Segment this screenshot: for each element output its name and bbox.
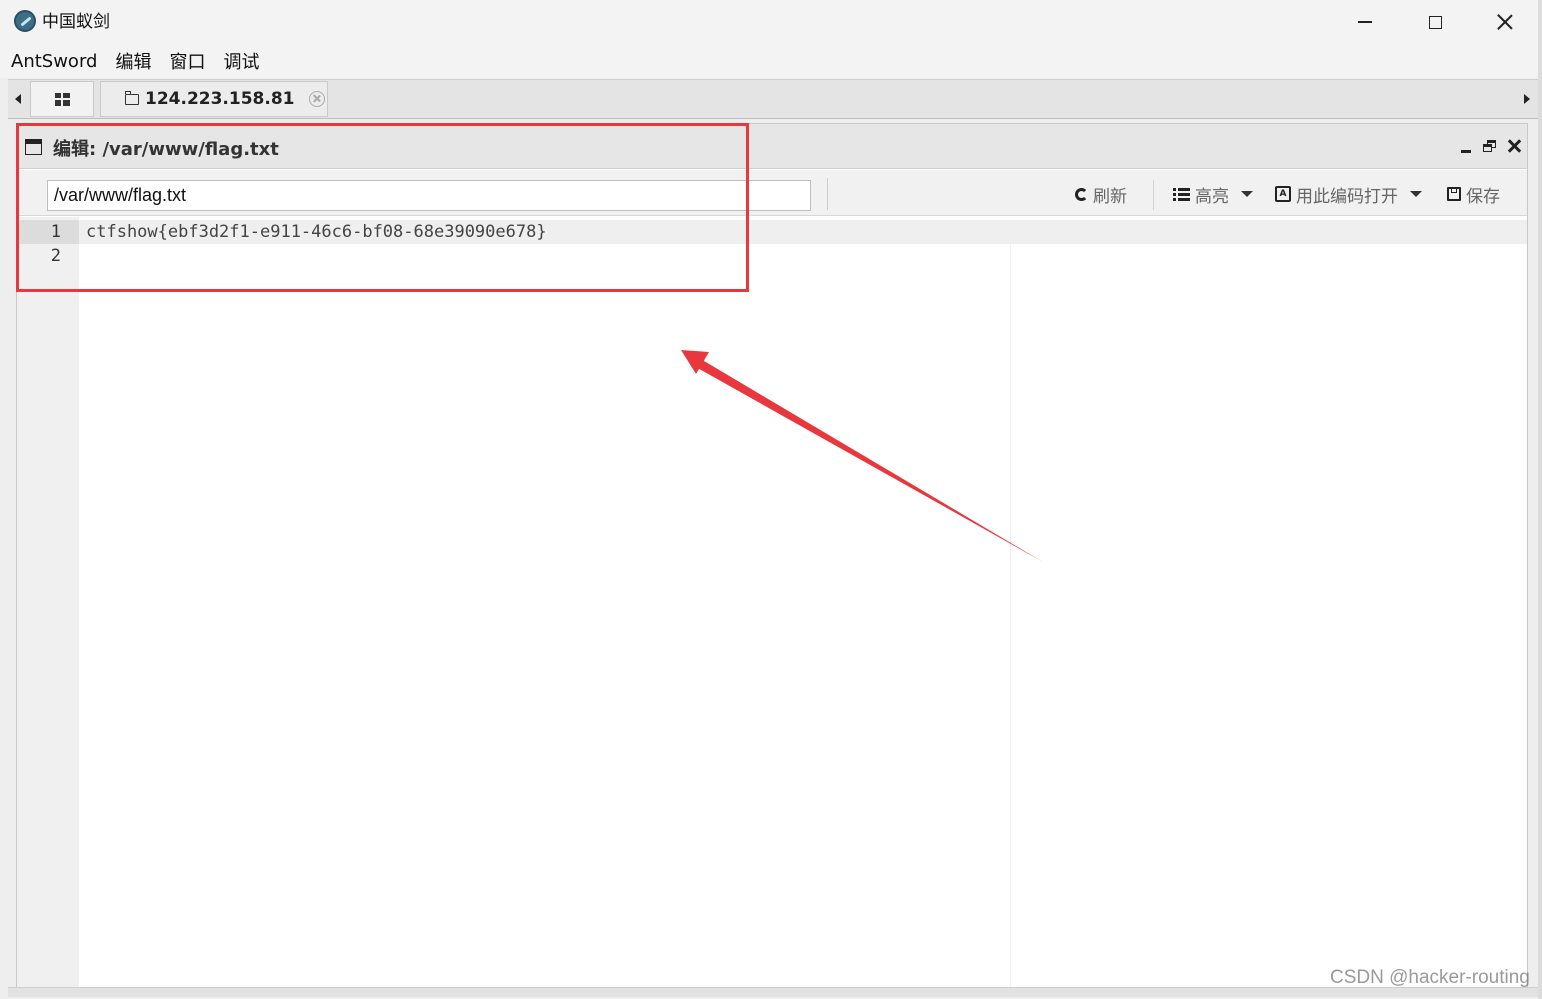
title-bar: 中国蚁剑 [0,0,1542,44]
window-minimize-button[interactable] [1330,0,1400,44]
editor-restore-icon[interactable] [1482,138,1498,154]
line-number: 2 [50,246,61,266]
tab-scroll-right-button[interactable] [1516,80,1538,118]
refresh-button[interactable]: 刷新 [1075,180,1127,208]
refresh-label: 刷新 [1093,186,1127,207]
minimize-icon [1358,21,1372,23]
menu-edit[interactable]: 编辑 [115,48,151,74]
tab-host[interactable]: 124.223.158.81 [100,81,328,117]
window-icon [25,139,42,155]
code-editor[interactable]: 1 2 ctfshow{ebf3d2f1-e911-46c6-bf08-68e3… [17,217,1527,987]
editor-toolbar: 刷新 高亮 A 用此编码打开 保存 [17,170,1527,216]
editor-close-icon[interactable] [1506,137,1522,155]
tab-scroll-left-button[interactable] [8,80,28,118]
print-margin [1010,244,1011,987]
save-label: 保存 [1466,186,1500,207]
editor-minimize-icon[interactable] [1459,138,1473,154]
save-button[interactable]: 保存 [1447,180,1500,208]
toolbar-divider [1153,180,1154,210]
tab-home[interactable] [30,81,94,117]
line-number-gutter [17,217,79,987]
editor-title: 编辑: /var/www/flag.txt [53,139,279,160]
tab-close-icon[interactable] [308,91,325,107]
caret-down-icon [1410,191,1422,197]
folder-icon [124,90,139,105]
window-close-button[interactable] [1470,0,1540,44]
maximize-icon [1428,15,1442,29]
menu-antsword[interactable]: AntSword [11,51,97,72]
menu-bar: AntSword 编辑 窗口 调试 [0,44,1542,78]
tab-bar: 124.223.158.81 [8,79,1538,119]
translate-icon: A [1275,186,1291,202]
tab-host-label: 124.223.158.81 [145,89,295,109]
highlight-label: 高亮 [1195,186,1229,207]
editor-header: 编辑: /var/www/flag.txt [17,124,1527,169]
editor-window: 编辑: /var/www/flag.txt 刷新 高亮 A 用此编码打开 保存 [16,123,1528,987]
grid-icon [54,92,70,106]
refresh-icon [1075,187,1088,201]
save-icon [1447,187,1461,201]
toolbar-divider [827,178,828,210]
menu-window[interactable]: 窗口 [169,48,205,74]
antsword-logo-icon [14,10,36,32]
menu-debug[interactable]: 调试 [223,48,259,74]
window-right-border [1538,0,1542,999]
caret-right-icon [1524,94,1530,104]
highlight-dropdown[interactable]: 高亮 [1173,180,1253,208]
caret-left-icon [15,94,21,104]
close-icon [1496,13,1514,31]
window-bottom-border [8,987,1538,997]
window-title: 中国蚁剑 [42,12,110,32]
path-input[interactable] [47,180,811,211]
window-maximize-button[interactable] [1400,0,1470,44]
watermark: CSDN @hacker-routing [1330,967,1530,988]
list-icon [1173,187,1190,201]
code-line[interactable]: ctfshow{ebf3d2f1-e911-46c6-bf08-68e39090… [86,222,547,242]
encoding-label: 用此编码打开 [1296,186,1398,207]
open-with-encoding-dropdown[interactable]: A 用此编码打开 [1275,180,1422,208]
line-number: 1 [50,222,61,242]
caret-down-icon [1241,191,1253,197]
